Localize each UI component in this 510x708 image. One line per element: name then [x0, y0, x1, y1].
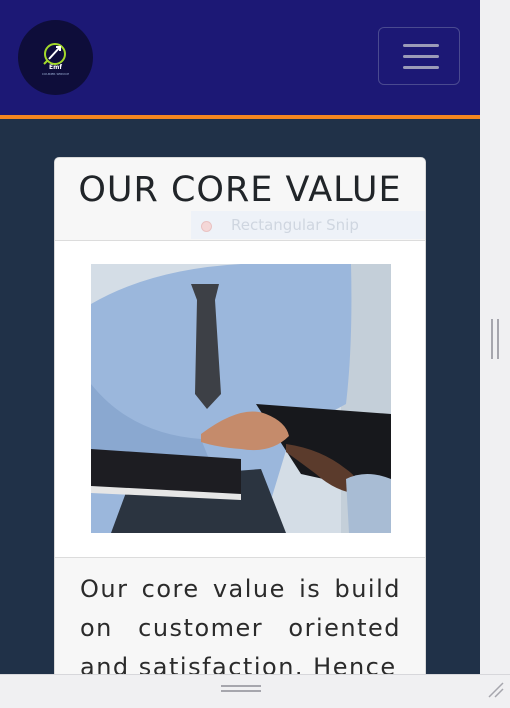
core-value-card: OUR CORE VALUE Rectangular Snip Our core… — [54, 157, 426, 674]
logo-text: Emf — [49, 64, 62, 71]
rocket-logo-icon — [43, 43, 66, 65]
handshake-photo — [91, 264, 391, 533]
card-body-text: Our core value is build on customer orie… — [80, 575, 401, 674]
logo-subtext: COURIER SERVICE — [41, 72, 70, 76]
snip-label: Rectangular Snip — [231, 216, 359, 234]
card-body: Our core value is build on customer orie… — [55, 558, 425, 674]
page-viewport: Emf COURIER SERVICE OUR CORE VALUE Recta… — [0, 0, 480, 674]
card-title: OUR CORE VALUE — [78, 170, 402, 210]
handshake-image-icon — [91, 264, 391, 533]
vertical-resize-grip-icon[interactable] — [491, 319, 499, 359]
brand-logo[interactable]: Emf COURIER SERVICE — [18, 20, 93, 95]
resize-corner-icon[interactable] — [486, 680, 506, 700]
navbar: Emf COURIER SERVICE — [0, 0, 480, 119]
record-dot-icon — [201, 221, 212, 232]
horizontal-resize-grip-icon[interactable] — [221, 685, 261, 692]
navbar-toggle-button[interactable] — [378, 27, 460, 85]
rectangular-snip-overlay[interactable]: Rectangular Snip — [191, 211, 425, 239]
